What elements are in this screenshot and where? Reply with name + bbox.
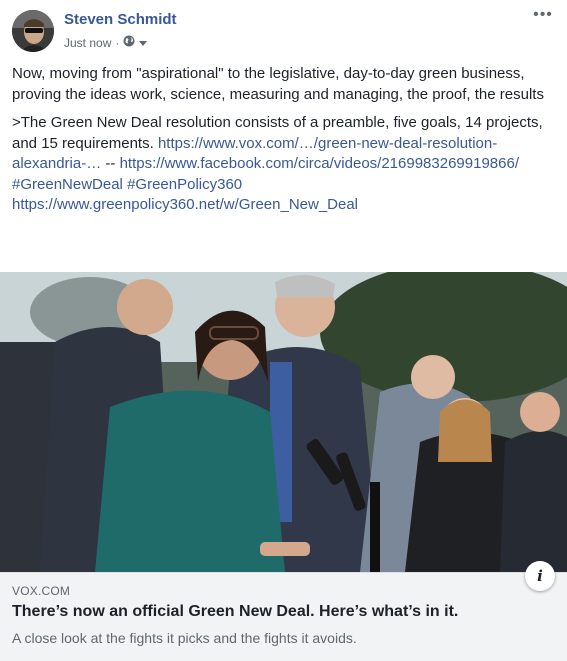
link-description: A close look at the fights it picks and …	[12, 630, 357, 646]
meta-separator: ·	[115, 35, 120, 50]
avatar-image	[12, 10, 54, 52]
more-horizontal-icon[interactable]: •••	[531, 7, 555, 24]
hashtag-greenpolicy360[interactable]: #GreenPolicy360	[127, 176, 242, 193]
post-paragraph-2: >The Green New Deal resolution consists …	[12, 113, 552, 216]
link-preview-card[interactable]: i VOX.COM There’s now an official Green …	[0, 561, 567, 661]
author-name[interactable]: Steven Schmidt	[64, 11, 177, 28]
globe-icon[interactable]	[123, 35, 135, 50]
link-preview-image[interactable]	[0, 272, 567, 572]
link-separator: --	[105, 155, 116, 172]
post-meta: Just now ·	[64, 35, 148, 50]
post-header: Steven Schmidt Just now · •••	[12, 7, 555, 54]
greenpolicy360-link[interactable]: https://www.greenpolicy360.net/w/Green_N…	[12, 196, 358, 213]
avatar[interactable]	[12, 10, 54, 52]
press-conference-photo	[0, 272, 567, 572]
post-body: Now, moving from "aspirational" to the l…	[12, 64, 552, 224]
hashtag-greennewdeal[interactable]: #GreenNewDeal	[12, 176, 123, 193]
link-headline[interactable]: There’s now an official Green New Deal. …	[12, 603, 458, 621]
facebook-video-link[interactable]: https://www.facebook.com/circa/videos/21…	[120, 155, 519, 172]
timestamp[interactable]: Just now	[64, 36, 111, 50]
caret-down-icon[interactable]	[139, 36, 148, 50]
post-paragraph-1: Now, moving from "aspirational" to the l…	[12, 65, 544, 103]
info-icon[interactable]: i	[525, 561, 555, 591]
link-domain: VOX.COM	[12, 584, 71, 598]
